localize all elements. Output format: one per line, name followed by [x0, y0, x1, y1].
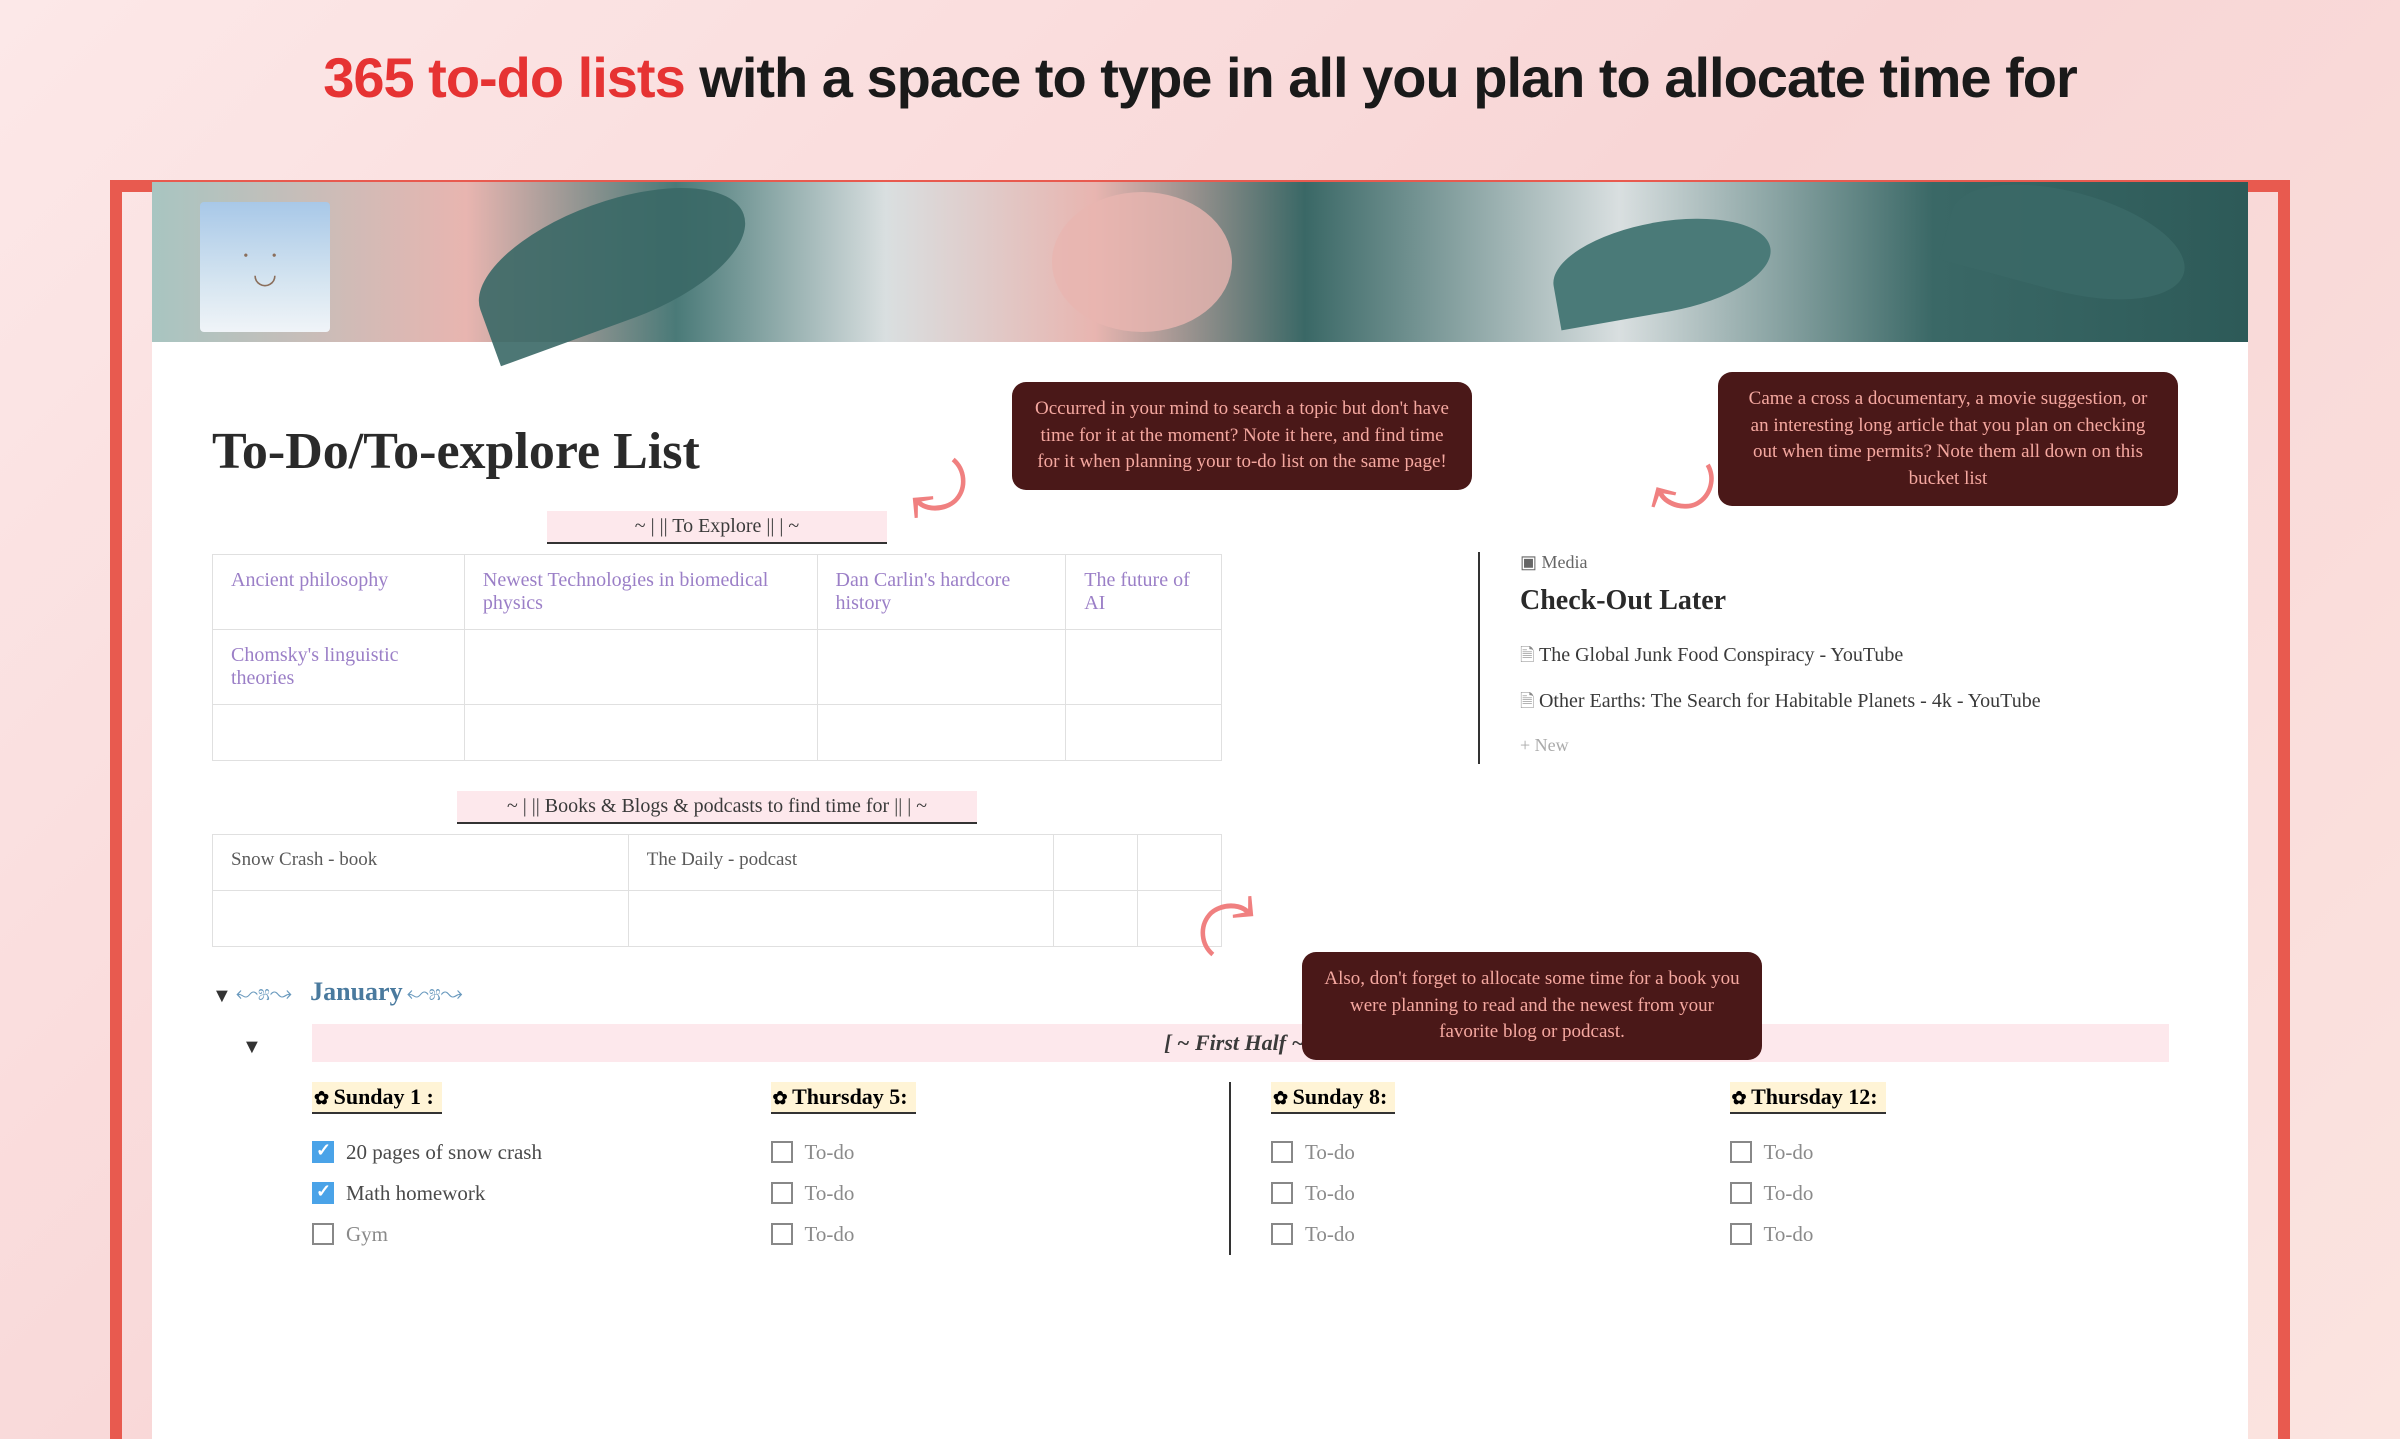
todo-item[interactable]: To-do: [1730, 1173, 2159, 1214]
checkbox-icon[interactable]: [771, 1182, 793, 1204]
books-cell[interactable]: [213, 891, 629, 947]
day-column: Sunday 1 : 20 pages of snow crash Math h…: [312, 1082, 771, 1255]
books-cell[interactable]: [1054, 891, 1138, 947]
todo-item[interactable]: Math homework: [312, 1173, 741, 1214]
books-table[interactable]: Snow Crash - bookThe Daily - podcast: [212, 834, 1222, 947]
explore-cell[interactable]: Newest Technologies in biomedical physic…: [464, 555, 817, 630]
todo-item[interactable]: To-do: [1730, 1132, 2159, 1173]
explore-cell[interactable]: [464, 705, 817, 761]
checkbox-icon[interactable]: [1271, 1223, 1293, 1245]
month-toggle-row[interactable]: ▼ ↜೫↝ January ↜೫↝: [212, 977, 2188, 1008]
todo-item[interactable]: To-do: [1271, 1173, 1700, 1214]
checkbox-icon[interactable]: [312, 1141, 334, 1163]
marketing-headline: 365 to-do lists with a space to type in …: [0, 0, 2400, 140]
explore-cell[interactable]: The future of AI: [1066, 555, 1222, 630]
checkbox-icon[interactable]: [1730, 1141, 1752, 1163]
checkbox-icon[interactable]: [312, 1223, 334, 1245]
toggle-icon[interactable]: ▼: [242, 1036, 262, 1059]
checkbox-icon[interactable]: [771, 1141, 793, 1163]
todo-item[interactable]: To-do: [1271, 1214, 1700, 1255]
annotation-books: Also, don't forget to allocate some time…: [1302, 952, 1762, 1060]
notion-page: To-Do/To-explore List ~ | || To Explore …: [152, 182, 2248, 1439]
media-item[interactable]: The Global Junk Food Conspiracy - YouTub…: [1520, 635, 2248, 681]
explore-section-label: ~ | || To Explore || | ~: [547, 511, 887, 544]
month-name: January: [310, 977, 402, 1007]
media-item[interactable]: Other Earths: The Search for Habitable P…: [1520, 681, 2248, 727]
cover-image[interactable]: [152, 182, 2248, 342]
books-cell[interactable]: Snow Crash - book: [213, 835, 629, 891]
media-db-label[interactable]: Media: [1520, 552, 2248, 573]
toggle-icon[interactable]: ▼: [212, 985, 232, 1008]
explore-cell[interactable]: [213, 705, 465, 761]
explore-cell[interactable]: Chomsky's linguistic theories: [213, 630, 465, 705]
new-media-button[interactable]: New: [1520, 727, 2248, 764]
checkbox-icon[interactable]: [771, 1223, 793, 1245]
annotation-media: Came a cross a documentary, a movie sugg…: [1718, 372, 2178, 506]
day-column: Thursday 12: To-do To-do To-do: [1730, 1082, 2189, 1255]
books-cell[interactable]: The Daily - podcast: [628, 835, 1053, 891]
explore-table[interactable]: Ancient philosophyNewest Technologies in…: [212, 554, 1222, 761]
page-icon[interactable]: [200, 202, 330, 332]
month-decoration: ↜೫↝: [236, 980, 292, 1005]
explore-cell[interactable]: [1066, 705, 1222, 761]
day-header: Sunday 1 :: [312, 1082, 442, 1114]
checkbox-icon[interactable]: [1730, 1223, 1752, 1245]
checkbox-icon[interactable]: [1730, 1182, 1752, 1204]
day-header: Sunday 8:: [1271, 1082, 1395, 1114]
checkout-title: Check-Out Later: [1520, 585, 2248, 617]
explore-cell[interactable]: [817, 705, 1066, 761]
explore-cell[interactable]: [817, 630, 1066, 705]
todo-item[interactable]: 20 pages of snow crash: [312, 1132, 741, 1173]
todo-item[interactable]: To-do: [1271, 1132, 1700, 1173]
first-half-label: [ ~ First Half ~ ]: [312, 1024, 2169, 1062]
frame-border: To-Do/To-explore List ~ | || To Explore …: [110, 180, 2290, 1439]
days-row: Sunday 1 : 20 pages of snow crash Math h…: [212, 1082, 2188, 1255]
checkbox-icon[interactable]: [1271, 1182, 1293, 1204]
day-header: Thursday 12:: [1730, 1082, 1886, 1114]
explore-cell[interactable]: [1066, 630, 1222, 705]
day-header: Thursday 5:: [771, 1082, 916, 1114]
todo-item[interactable]: To-do: [771, 1214, 1200, 1255]
todo-item[interactable]: To-do: [771, 1173, 1200, 1214]
books-section-label: ~ | || Books & Blogs & podcasts to find …: [457, 791, 977, 824]
month-decoration: ↜೫↝: [407, 980, 463, 1005]
day-column: Thursday 5: To-do To-do To-do: [771, 1082, 1230, 1255]
books-cell[interactable]: [1054, 835, 1138, 891]
books-cell[interactable]: [1138, 835, 1222, 891]
headline-red: 365 to-do lists: [323, 46, 685, 109]
annotation-explore: Occurred in your mind to search a topic …: [1012, 382, 1472, 490]
books-cell[interactable]: [628, 891, 1053, 947]
day-column: Sunday 8: To-do To-do To-do: [1229, 1082, 1730, 1255]
explore-cell[interactable]: [464, 630, 817, 705]
checkbox-icon[interactable]: [1271, 1141, 1293, 1163]
todo-item[interactable]: Gym: [312, 1214, 741, 1255]
todo-item[interactable]: To-do: [1730, 1214, 2159, 1255]
headline-black: with a space to type in all you plan to …: [685, 46, 2077, 109]
media-panel: Media Check-Out Later The Global Junk Fo…: [1478, 552, 2248, 764]
explore-cell[interactable]: Dan Carlin's hardcore history: [817, 555, 1066, 630]
checkbox-icon[interactable]: [312, 1182, 334, 1204]
explore-cell[interactable]: Ancient philosophy: [213, 555, 465, 630]
todo-item[interactable]: To-do: [771, 1132, 1200, 1173]
